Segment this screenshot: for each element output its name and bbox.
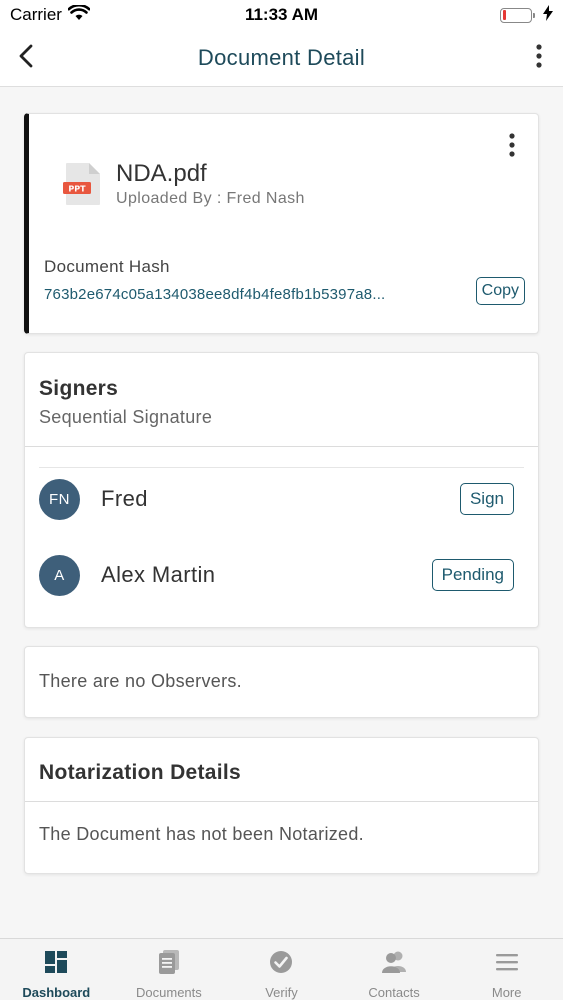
signer-name: Alex Martin bbox=[101, 562, 216, 587]
battery-level-fill bbox=[502, 10, 506, 20]
tab-dashboard[interactable]: Dashboard bbox=[0, 939, 113, 1000]
divider bbox=[39, 467, 524, 468]
document-card: PPT NDA.pdf Uploaded By : Fred Nash Docu… bbox=[24, 113, 539, 334]
copy-hash-button[interactable]: Copy bbox=[475, 277, 525, 305]
signer-name: Fred bbox=[101, 486, 148, 511]
notarization-title: Notarization Details bbox=[39, 761, 242, 784]
tab-documents[interactable]: Documents bbox=[113, 939, 226, 1000]
verify-icon bbox=[268, 949, 294, 975]
notarization-status-text: The Document has not been Notarized. bbox=[39, 824, 364, 844]
tab-contacts[interactable]: Contacts bbox=[338, 939, 451, 1000]
signers-title: Signers bbox=[39, 377, 119, 400]
signers-card: Signers Sequential Signature FN Fred Sig… bbox=[24, 352, 539, 628]
battery-icon bbox=[500, 7, 535, 23]
tab-label: Dashboard bbox=[22, 985, 91, 1000]
document-menu-button[interactable] bbox=[500, 132, 524, 162]
tab-label: Verify bbox=[265, 985, 298, 1000]
document-name: NDA.pdf bbox=[116, 160, 207, 187]
carrier-label: Carrier bbox=[10, 5, 62, 24]
nav-bar: Document Detail bbox=[0, 30, 563, 87]
notarization-card: Notarization Details The Document has no… bbox=[24, 737, 539, 874]
hash-label: Document Hash bbox=[44, 257, 170, 276]
avatar: FN bbox=[39, 478, 80, 520]
pending-button[interactable]: Pending bbox=[431, 559, 514, 591]
chevron-left-icon bbox=[18, 44, 34, 73]
contacts-icon bbox=[381, 949, 407, 975]
status-time: 11:33 AM bbox=[244, 5, 319, 24]
status-left: Carrier bbox=[10, 3, 91, 26]
wifi-icon bbox=[67, 3, 91, 26]
vertical-dots-icon bbox=[509, 132, 515, 162]
back-button[interactable] bbox=[8, 40, 44, 76]
tab-more[interactable]: More bbox=[450, 939, 563, 1000]
file-badge-text: PPT bbox=[68, 185, 86, 194]
tab-bar: Dashboard Documents Verify Contacts More bbox=[0, 938, 563, 1000]
status-bar: Carrier 11:33 AM bbox=[0, 0, 563, 30]
tab-verify[interactable]: Verify bbox=[225, 939, 338, 1000]
observers-empty-text: There are no Observers. bbox=[39, 671, 242, 691]
observers-card: There are no Observers. bbox=[24, 646, 539, 718]
tab-label: Contacts bbox=[368, 985, 420, 1000]
more-options-button[interactable] bbox=[521, 40, 557, 76]
menu-icon bbox=[494, 949, 520, 975]
avatar: A bbox=[39, 554, 80, 596]
signer-row: A Alex Martin Pending bbox=[39, 554, 514, 596]
page-title: Document Detail bbox=[197, 45, 366, 70]
dashboard-icon bbox=[43, 949, 69, 975]
tab-label: More bbox=[491, 985, 522, 1000]
tab-label: Documents bbox=[136, 985, 202, 1000]
file-icon: PPT bbox=[63, 162, 103, 206]
vertical-dots-icon bbox=[536, 43, 542, 73]
divider bbox=[25, 446, 538, 447]
hash-value: 763b2e674c05a134038ee8df4b4fe8fb1b5397a8… bbox=[44, 286, 386, 303]
uploaded-by: Uploaded By : Fred Nash bbox=[116, 190, 305, 207]
signature-type: Sequential Signature bbox=[39, 407, 213, 427]
divider bbox=[25, 801, 538, 802]
documents-icon bbox=[156, 949, 182, 975]
charging-icon bbox=[543, 4, 553, 26]
sign-button[interactable]: Sign bbox=[459, 483, 514, 515]
status-right bbox=[500, 4, 553, 26]
signer-row: FN Fred Sign bbox=[39, 478, 514, 520]
